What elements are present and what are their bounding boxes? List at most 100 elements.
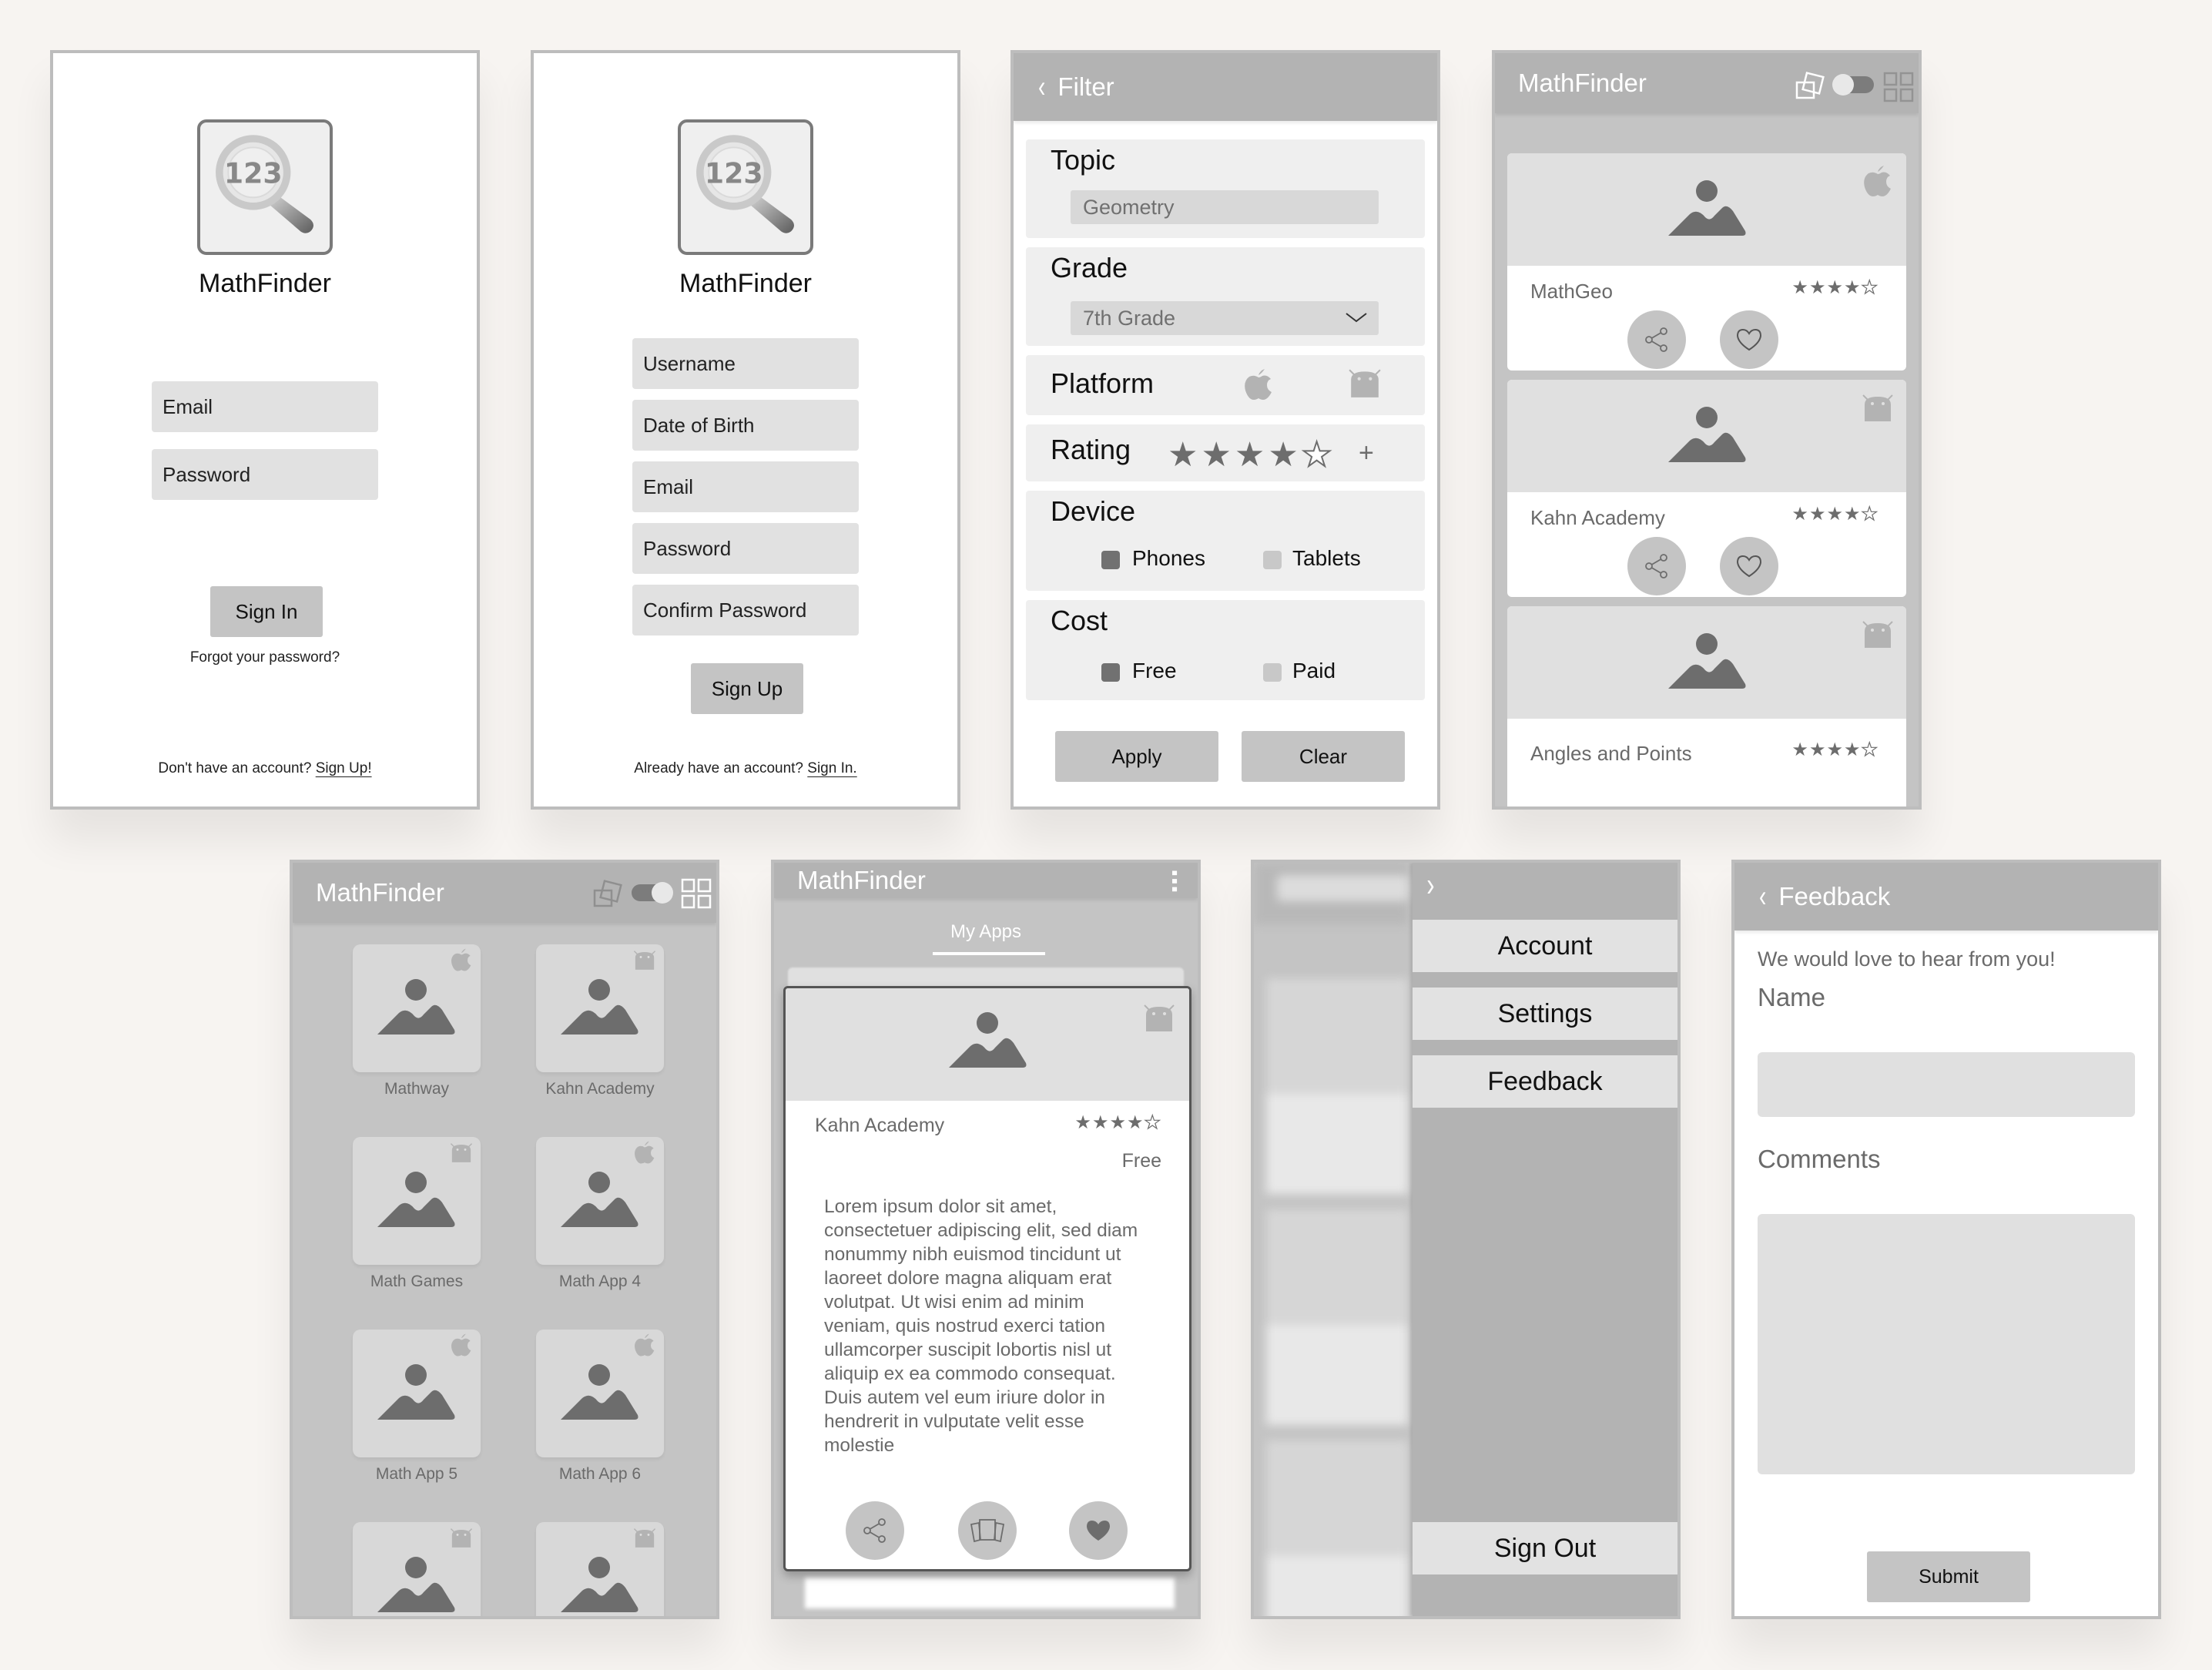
- app-tile[interactable]: [353, 944, 481, 1072]
- tablets-label: Tablets: [1292, 546, 1361, 570]
- forgot-password-link[interactable]: Forgot your password?: [53, 649, 477, 666]
- star-empty-icon: ★: [1861, 277, 1879, 298]
- app-tile[interactable]: [536, 1330, 664, 1457]
- apple-icon[interactable]: [1243, 367, 1274, 401]
- clear-button[interactable]: Clear: [1242, 731, 1405, 782]
- email-field[interactable]: Email: [152, 381, 378, 432]
- cost-section: Cost Free Paid: [1026, 600, 1425, 700]
- menu-item-settings[interactable]: Settings: [1413, 988, 1677, 1040]
- close-chevron-icon[interactable]: ›: [1426, 866, 1434, 904]
- image-placeholder-icon: [376, 1360, 456, 1425]
- favorite-button[interactable]: [1720, 537, 1778, 595]
- app-tile[interactable]: [353, 1330, 481, 1457]
- android-icon: [450, 1140, 473, 1165]
- sign-in-link[interactable]: Sign In.: [807, 760, 856, 776]
- username-field[interactable]: Username: [632, 338, 859, 389]
- logo-text: 123: [705, 156, 763, 189]
- app-tile[interactable]: [536, 1522, 664, 1616]
- more-options-icon[interactable]: ⋯: [1161, 869, 1188, 894]
- no-account-label: Don't have an account?: [158, 760, 312, 776]
- apple-icon: [633, 1333, 656, 1357]
- star-filled-icon: ★: [1091, 1112, 1110, 1133]
- star-empty-icon: ★: [1861, 739, 1879, 760]
- star-filled-icon: ★: [1791, 277, 1809, 298]
- share-button[interactable]: [846, 1501, 904, 1560]
- topic-input[interactable]: Geometry: [1071, 190, 1379, 224]
- sign-out-button[interactable]: Sign Out: [1413, 1522, 1677, 1574]
- favorite-button[interactable]: [1069, 1501, 1128, 1560]
- star-filled-icon: ★: [1791, 504, 1809, 525]
- rating-stars[interactable]: ★ ★ ★ ★ ★: [1168, 435, 1332, 475]
- image-placeholder-icon: [376, 1168, 456, 1232]
- photos-icon[interactable]: [592, 878, 625, 909]
- filter-title: Filter: [1057, 72, 1114, 101]
- star-filled-icon: ★: [1808, 504, 1827, 525]
- app-card[interactable]: Angles and Points ★★★★★: [1507, 606, 1906, 806]
- star-filled-icon: ★: [1826, 277, 1844, 298]
- apply-button[interactable]: Apply: [1055, 731, 1218, 782]
- app-title: MathFinder: [797, 866, 926, 894]
- back-chevron-icon[interactable]: ‹: [1759, 881, 1766, 912]
- share-icon: [1643, 552, 1671, 580]
- grid-icon[interactable]: [681, 878, 712, 909]
- tab-my-apps[interactable]: My Apps: [774, 921, 1198, 955]
- star-filled-icon[interactable]: ★: [1201, 435, 1231, 475]
- sign-in-button[interactable]: Sign In: [210, 586, 323, 637]
- image-placeholder-icon: [559, 1360, 639, 1425]
- grade-label: Grade: [1051, 252, 1128, 283]
- app-logo: 123: [197, 119, 333, 255]
- date-of-birth-field[interactable]: Date of Birth: [632, 400, 859, 451]
- grade-select[interactable]: 7th Grade: [1071, 301, 1379, 335]
- app-thumbnail: [1507, 606, 1906, 719]
- free-label: Free: [1132, 659, 1177, 682]
- star-filled-icon: ★: [1126, 1112, 1145, 1133]
- name-input[interactable]: [1758, 1052, 2135, 1117]
- free-checkbox[interactable]: [1101, 663, 1120, 682]
- app-tile[interactable]: [353, 1522, 481, 1616]
- view-toggle[interactable]: [1832, 74, 1874, 96]
- grid-header: MathFinder: [293, 863, 716, 923]
- submit-button[interactable]: Submit: [1867, 1551, 2030, 1602]
- share-button[interactable]: [1627, 310, 1686, 369]
- star-filled-icon[interactable]: ★: [1268, 435, 1298, 475]
- tablets-checkbox[interactable]: [1263, 551, 1282, 569]
- app-tile[interactable]: [536, 1137, 664, 1265]
- filter-header: ‹ Filter: [1014, 53, 1437, 121]
- phones-checkbox[interactable]: [1101, 551, 1120, 569]
- sign-up-button[interactable]: Sign Up: [691, 663, 803, 714]
- blurred-background: [1254, 863, 1408, 1616]
- star-filled-icon: ★: [1808, 277, 1827, 298]
- share-button[interactable]: [1627, 537, 1686, 595]
- toggle-knob: [652, 882, 673, 904]
- menu-item-feedback[interactable]: Feedback: [1413, 1055, 1677, 1108]
- android-icon[interactable]: [1348, 366, 1382, 400]
- password-field[interactable]: Password: [632, 523, 859, 574]
- app-card[interactable]: Kahn Academy ★★★★★: [1507, 380, 1906, 597]
- paid-label: Paid: [1292, 659, 1336, 682]
- star-filled-icon: ★: [1808, 739, 1827, 760]
- share-icon: [1643, 326, 1671, 354]
- toggle-knob: [1832, 74, 1854, 96]
- email-field[interactable]: Email: [632, 461, 859, 512]
- photos-icon[interactable]: [1794, 70, 1828, 101]
- favorite-button[interactable]: [1720, 310, 1778, 369]
- grid-icon[interactable]: [1883, 72, 1914, 102]
- app-tile[interactable]: [353, 1137, 481, 1265]
- app-tile[interactable]: [536, 944, 664, 1072]
- app-card[interactable]: MathGeo ★★★★★: [1507, 153, 1906, 371]
- menu-item-account[interactable]: Account: [1413, 920, 1677, 972]
- password-field[interactable]: Password: [152, 449, 378, 500]
- star-filled-icon[interactable]: ★: [1235, 435, 1265, 475]
- back-chevron-icon[interactable]: ‹: [1038, 72, 1045, 102]
- star-empty-icon[interactable]: ★: [1301, 435, 1332, 475]
- app-name: Kahn Academy: [1530, 506, 1665, 529]
- view-toggle[interactable]: [632, 882, 673, 904]
- confirm-password-field[interactable]: Confirm Password: [632, 585, 859, 635]
- screenshots-button[interactable]: [958, 1501, 1017, 1560]
- side-menu-screen: › Account Settings Feedback Sign Out: [1251, 860, 1681, 1619]
- star-filled-icon[interactable]: ★: [1168, 435, 1198, 475]
- sign-up-link[interactable]: Sign Up!: [316, 760, 372, 776]
- comments-textarea[interactable]: [1758, 1214, 2135, 1474]
- paid-checkbox[interactable]: [1263, 663, 1282, 682]
- detail-header: MathFinder ⋯: [774, 863, 1198, 898]
